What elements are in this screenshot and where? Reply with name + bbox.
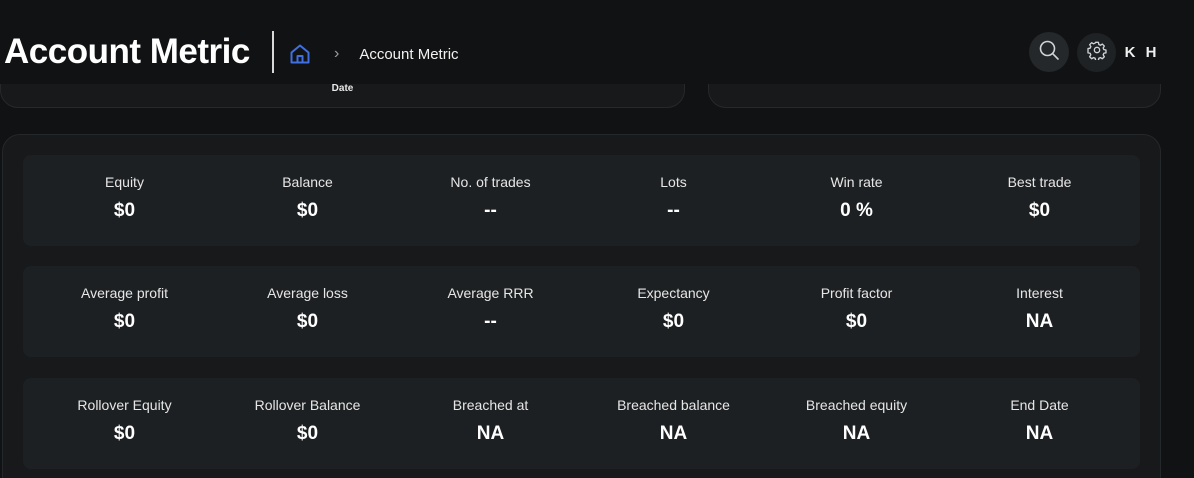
metric-value: $0 <box>113 311 136 332</box>
metric-row-3: Rollover Equity $0 Rollover Balance $0 B… <box>23 378 1140 469</box>
metric-value: 0 % <box>840 200 873 221</box>
metric-number-of-trades: No. of trades -- <box>399 155 582 246</box>
metric-interest: Interest NA <box>948 266 1131 357</box>
title-divider <box>272 31 274 73</box>
metric-label: Best trade <box>1007 174 1072 190</box>
metric-value: $0 <box>845 311 868 332</box>
search-icon <box>1038 39 1060 66</box>
metric-best-trade: Best trade $0 <box>948 155 1131 246</box>
account-metric-page: Date Account Metric › Account Metric K H… <box>0 0 1194 478</box>
metric-average-loss: Average loss $0 <box>216 266 399 357</box>
metric-win-rate: Win rate 0 % <box>765 155 948 246</box>
metric-label: Expectancy <box>637 285 710 301</box>
metric-label: Equity <box>105 174 144 190</box>
metric-label: Breached at <box>452 397 529 413</box>
metric-value: NA <box>476 423 505 444</box>
metric-label: Interest <box>1016 285 1063 301</box>
search-button[interactable] <box>1029 32 1069 72</box>
metric-value: NA <box>1025 423 1054 444</box>
metric-value: $0 <box>662 311 685 332</box>
metric-value: NA <box>842 423 871 444</box>
metric-value: $0 <box>296 200 319 221</box>
metric-value: NA <box>1025 311 1054 332</box>
metric-average-rrr: Average RRR -- <box>399 266 582 357</box>
metric-value: $0 <box>1028 200 1051 221</box>
metric-label: Rollover Balance <box>254 397 361 413</box>
metric-rollover-equity: Rollover Equity $0 <box>33 378 216 469</box>
header-actions: K H <box>1029 32 1160 72</box>
metric-value: -- <box>484 200 497 221</box>
metric-label: No. of trades <box>450 174 531 190</box>
metric-label: Win rate <box>830 174 883 190</box>
settings-button[interactable] <box>1077 32 1116 72</box>
metric-value: -- <box>667 200 680 221</box>
metric-label: Average RRR <box>447 285 534 301</box>
metric-value: NA <box>659 423 688 444</box>
chevron-right-icon: › <box>334 45 340 62</box>
home-icon[interactable] <box>288 42 312 66</box>
metric-breached-balance: Breached balance NA <box>582 378 765 469</box>
metric-rollover-balance: Rollover Balance $0 <box>216 378 399 469</box>
metric-average-profit: Average profit $0 <box>33 266 216 357</box>
page-title: Account Metric <box>4 32 250 71</box>
breadcrumb-current[interactable]: Account Metric <box>359 46 458 63</box>
metric-lots: Lots -- <box>582 155 765 246</box>
metric-breached-at: Breached at NA <box>399 378 582 469</box>
metric-label: Balance <box>282 174 333 190</box>
metric-expectancy: Expectancy $0 <box>582 266 765 357</box>
metric-row-1: Equity $0 Balance $0 No. of trades -- Lo… <box>23 155 1140 246</box>
page-header: Account Metric › Account Metric K H <box>0 0 1194 84</box>
metric-equity: Equity $0 <box>33 155 216 246</box>
metric-label: End Date <box>1010 397 1069 413</box>
metric-end-date: End Date NA <box>948 378 1131 469</box>
metric-profit-factor: Profit factor $0 <box>765 266 948 357</box>
metric-breached-equity: Breached equity NA <box>765 378 948 469</box>
metric-label: Breached equity <box>805 397 908 413</box>
metric-label: Average profit <box>81 285 168 301</box>
date-card-label: Date <box>331 83 354 94</box>
metric-label: Average loss <box>267 285 348 301</box>
metric-label: Rollover Equity <box>77 397 172 413</box>
metrics-panel: Equity $0 Balance $0 No. of trades -- Lo… <box>2 134 1161 478</box>
breadcrumb: › Account Metric <box>288 40 459 68</box>
metric-balance: Balance $0 <box>216 155 399 246</box>
metric-value: $0 <box>296 311 319 332</box>
metric-value: $0 <box>296 423 319 444</box>
metric-value: $0 <box>113 200 136 221</box>
metric-value: $0 <box>113 423 136 444</box>
metric-value: -- <box>484 311 497 332</box>
metric-label: Breached balance <box>617 397 730 413</box>
avatar[interactable]: K H <box>1124 34 1160 70</box>
metric-label: Profit factor <box>820 285 893 301</box>
metric-label: Lots <box>660 174 687 190</box>
metric-row-2: Average profit $0 Average loss $0 Averag… <box>23 266 1140 357</box>
gear-icon <box>1086 40 1107 65</box>
